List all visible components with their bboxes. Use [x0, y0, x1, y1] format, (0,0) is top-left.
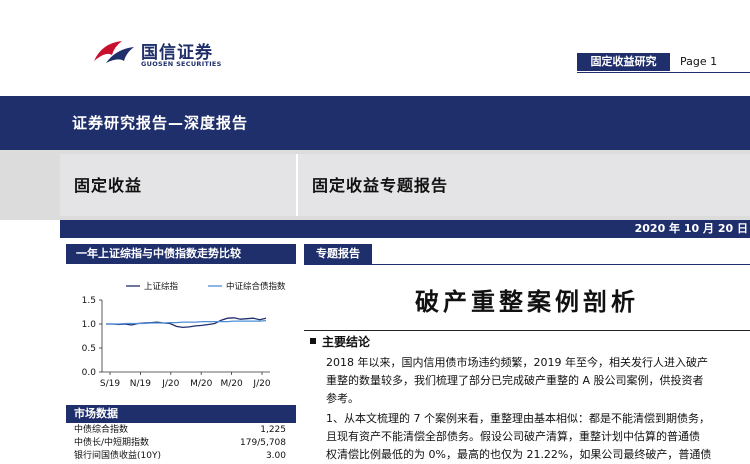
x-tick-label: M/20: [190, 379, 213, 389]
x-tick-label: J/20: [252, 379, 270, 389]
market-row-value: 1,225: [260, 425, 286, 435]
conclusion-line: 且现有资产不能清偿全部债务。假设公司破产清算，重整计划中估算的普通债: [326, 430, 700, 443]
category-band-divider: [296, 154, 298, 216]
conclusion-line: 2018 年以来，国内信用债市场违约频繁，2019 年至今，相关发行人进入破产: [326, 356, 708, 369]
chart-heading: 一年上证综指与中债指数走势比较: [66, 244, 296, 264]
x-tick-label: J/20: [161, 379, 179, 389]
conclusion-line: 权清偿比例最低的为 0%，最高的也仅为 21.22%，如果公司最终破产，普通债: [326, 448, 712, 461]
market-row-label: 中债综合指数: [74, 425, 129, 435]
conclusion-line: 1、从本文梳理的 7 个案例来看，重整理由基本相似：都是不能清偿到期债务，: [326, 412, 710, 425]
market-row-label: 银行间国债收益(10Y): [74, 451, 161, 461]
report-date: 2020 年 10 月 20 日: [634, 222, 748, 235]
guosen-logo-icon: [94, 41, 134, 63]
conclusion-line: 重整的数量较多，我们梳理了部分已完成破产重整的 A 股公司案例，供投资者: [326, 374, 704, 387]
market-row: 银行间国债收益(10Y) 3.00: [74, 450, 286, 463]
report-main-title: 破产重整案例剖析: [415, 288, 639, 316]
market-row: 中债综合指数 1,225: [74, 424, 286, 437]
section-tag-underline: [304, 264, 750, 265]
header-page-number: Page 1: [680, 55, 718, 68]
report-type-label: 固定收益专题报告: [312, 176, 449, 195]
category-label: 固定收益: [74, 176, 143, 195]
conclusion-heading: 主要结论: [322, 335, 371, 349]
y-tick-label: 0.0: [82, 368, 97, 378]
header-divider: [577, 72, 750, 73]
x-tick-label: M/20: [220, 379, 243, 389]
legend-label: 中证综合债指数: [226, 281, 286, 292]
banner-title: 证券研究报告—深度报告: [72, 114, 249, 132]
x-tick-label: S/19: [100, 379, 120, 389]
market-row: 中债长/中短期指数 179/5,708: [74, 437, 286, 450]
market-row-value: 3.00: [265, 451, 286, 461]
series-line-2: [106, 319, 267, 325]
index-comparison-chart: 0.0 0.5 1.0 1.5 S/19 N/19 J/20 M/20 M/20 J/20 上证综指…: [82, 281, 286, 389]
logo-name-en: GUOSEN SECURITIES: [141, 60, 222, 68]
bullet-icon: [310, 338, 316, 344]
header-research-tag: 固定收益研究: [577, 53, 670, 71]
market-data-heading: 市场数据: [66, 405, 296, 423]
y-tick-label: 1.0: [82, 320, 97, 330]
market-row-label: 中债长/中短期指数: [74, 438, 150, 448]
y-tick-label: 0.5: [82, 344, 96, 354]
conclusion-divider: [304, 330, 750, 331]
market-row-value: 179/5,708: [240, 438, 286, 448]
section-tag: 专题报告: [304, 244, 372, 264]
conclusion-line: 参考。: [326, 392, 359, 405]
x-tick-label: N/19: [130, 379, 151, 389]
y-tick-label: 1.5: [82, 296, 96, 306]
legend-label: 上证综指: [144, 281, 179, 292]
